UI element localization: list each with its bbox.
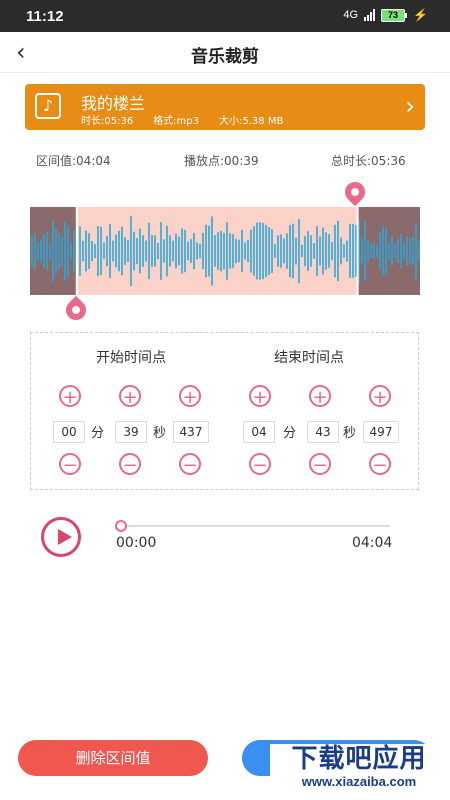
end-sec-minus-button[interactable]: − bbox=[309, 453, 331, 476]
start-ms-field[interactable]: 437 bbox=[173, 421, 209, 443]
charging-icon: ⚡ bbox=[413, 8, 428, 22]
start-sec-plus-button[interactable]: + bbox=[119, 385, 141, 408]
time-adjust-panel: 开始时间点 结束时间点 + + + + + + 00 分 39 秒 437 04… bbox=[30, 332, 419, 490]
end-sec-field[interactable]: 43 bbox=[307, 421, 339, 443]
end-ms-minus-button[interactable]: − bbox=[369, 453, 391, 476]
music-format: 格式:mp3 bbox=[153, 116, 200, 127]
start-time-label: 开始时间点 bbox=[96, 350, 166, 366]
start-ms-minus-button[interactable]: − bbox=[179, 453, 201, 476]
playback-progress-track[interactable] bbox=[122, 525, 390, 527]
end-min-plus-button[interactable]: + bbox=[249, 385, 271, 408]
watermark-title: 下载吧应用 bbox=[291, 744, 427, 774]
status-time: 11:12 bbox=[26, 8, 64, 25]
start-ms-plus-button[interactable]: + bbox=[179, 385, 201, 408]
music-duration: 时长:05:36 bbox=[81, 116, 134, 127]
end-min-minus-button[interactable]: − bbox=[249, 453, 271, 476]
battery-level: 73 bbox=[381, 8, 406, 22]
status-icons: 4G 73 ⚡ bbox=[343, 8, 428, 22]
end-sec-plus-button[interactable]: + bbox=[309, 385, 331, 408]
interval-value: 区间值:04:04 bbox=[36, 154, 111, 168]
play-button[interactable] bbox=[41, 517, 81, 557]
site-watermark: 下载吧应用 www.xiazaiba.com bbox=[270, 744, 448, 798]
signal-icon bbox=[364, 9, 376, 21]
end-min-field[interactable]: 04 bbox=[243, 421, 275, 443]
end-min-unit: 分 bbox=[283, 426, 297, 441]
total-time: 04:04 bbox=[352, 535, 393, 551]
end-time-label: 结束时间点 bbox=[274, 350, 344, 366]
total-duration: 总时长:05:36 bbox=[331, 154, 406, 168]
current-time: 00:00 bbox=[116, 535, 157, 551]
music-note-icon: ♪ bbox=[35, 93, 61, 119]
chevron-right-icon: › bbox=[405, 92, 415, 120]
start-sec-minus-button[interactable]: − bbox=[119, 453, 141, 476]
start-min-field[interactable]: 00 bbox=[53, 421, 85, 443]
start-min-plus-button[interactable]: + bbox=[59, 385, 81, 408]
page-title: 音乐裁剪 bbox=[191, 47, 259, 67]
music-size: 大小:5.38 MB bbox=[219, 116, 284, 127]
delete-interval-button[interactable]: 删除区间值 bbox=[18, 740, 208, 776]
watermark-url: www.xiazaiba.com bbox=[301, 774, 417, 789]
start-sec-unit: 秒 bbox=[153, 426, 167, 441]
end-ms-field[interactable]: 497 bbox=[363, 421, 399, 443]
battery-icon: 73 bbox=[381, 8, 408, 22]
start-min-minus-button[interactable]: − bbox=[59, 453, 81, 476]
music-meta: 时长:05:36 格式:mp3 大小:5.38 MB bbox=[81, 112, 283, 127]
start-sec-field[interactable]: 39 bbox=[115, 421, 147, 443]
music-info-card[interactable]: ♪ 我的楼兰 时长:05:36 格式:mp3 大小:5.38 MB › bbox=[25, 84, 425, 130]
song-name: 我的楼兰 bbox=[81, 94, 146, 113]
network-label: 4G bbox=[343, 9, 359, 21]
end-sec-unit: 秒 bbox=[343, 426, 357, 441]
status-bar: 11:12 4G 73 ⚡ bbox=[0, 0, 450, 32]
play-point: 播放点:00:39 bbox=[184, 154, 259, 168]
start-min-unit: 分 bbox=[91, 426, 105, 441]
app-header: ‹ 音乐裁剪 bbox=[0, 32, 450, 73]
playback-progress-knob[interactable] bbox=[115, 520, 127, 532]
end-ms-plus-button[interactable]: + bbox=[369, 385, 391, 408]
